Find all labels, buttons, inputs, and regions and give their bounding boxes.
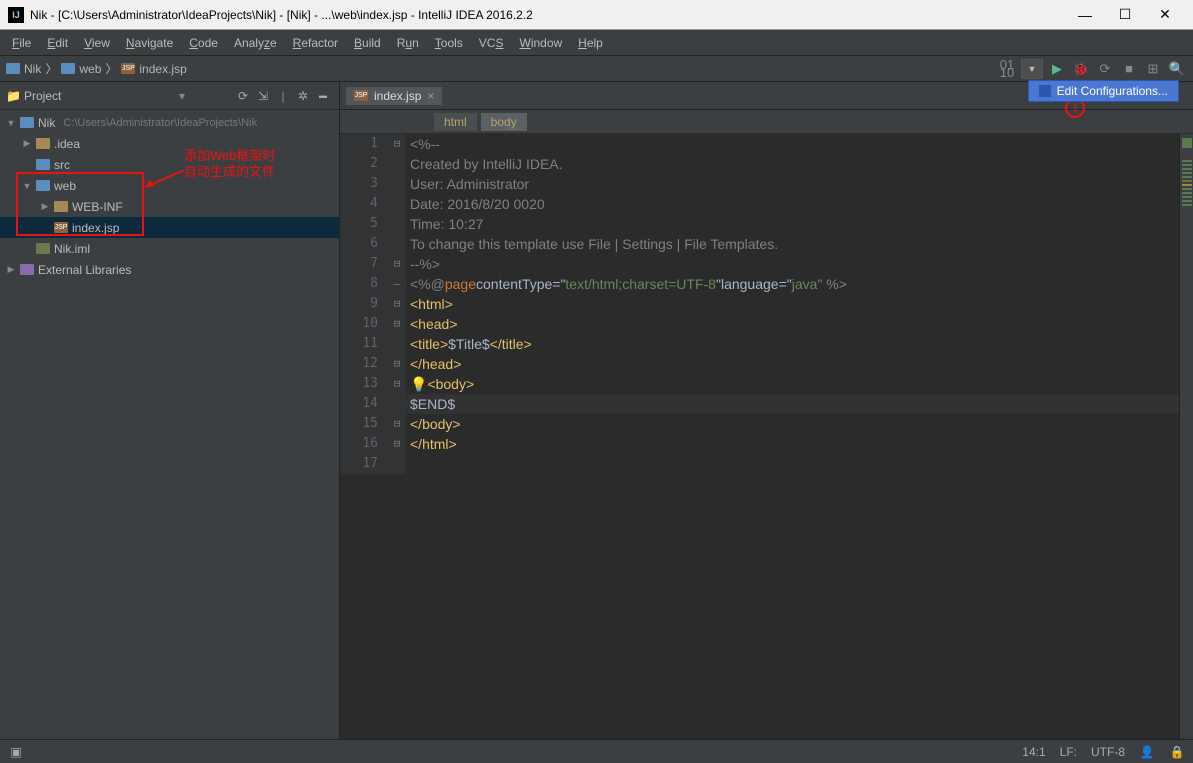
layout-icon[interactable]: ⊞	[1143, 59, 1163, 79]
project-tree: ▼ Nik C:\Users\Administrator\IdeaProject…	[0, 110, 339, 282]
crumb-body[interactable]: body	[481, 113, 527, 131]
error-stripe[interactable]	[1179, 134, 1193, 739]
menu-vcs[interactable]: VCS	[471, 36, 512, 50]
folder-icon	[36, 138, 50, 149]
expander-icon[interactable]: ▶	[6, 264, 16, 275]
menu-code[interactable]: Code	[181, 36, 226, 50]
tree-root[interactable]: ▼ Nik C:\Users\Administrator\IdeaProject…	[0, 112, 339, 133]
app-icon: IJ	[8, 7, 24, 23]
run-config-dropdown[interactable]: ▼	[1021, 59, 1043, 79]
hide-icon[interactable]: ▬	[313, 91, 333, 100]
project-panel-header: 📁 Project ▾ ⟳ ⇲ | ✲ ▬	[0, 82, 339, 110]
menu-navigate[interactable]: Navigate	[118, 36, 181, 50]
folder-icon	[36, 180, 50, 191]
menu-run[interactable]: Run	[389, 36, 427, 50]
annotation-arrow	[144, 170, 186, 190]
breadcrumb-label: index.jsp	[139, 62, 186, 76]
line-ending[interactable]: LF:	[1060, 745, 1077, 759]
project-panel-title: Project	[24, 89, 179, 103]
status-indicator	[1182, 138, 1192, 148]
jsp-icon: JSP	[54, 222, 68, 233]
menu-tools[interactable]: Tools	[427, 36, 471, 50]
close-button[interactable]: ✕	[1151, 5, 1179, 25]
expander-icon[interactable]: ▶	[22, 138, 32, 149]
encoding[interactable]: UTF-8	[1091, 745, 1125, 759]
project-panel: 📁 Project ▾ ⟳ ⇲ | ✲ ▬ ▼ Nik C:\Users\Adm…	[0, 82, 340, 739]
debug-icon[interactable]: 🐞	[1071, 59, 1091, 79]
edit-configurations-popup[interactable]: Edit Configurations...	[1028, 80, 1179, 102]
dropdown-icon[interactable]: ▾	[179, 89, 185, 103]
folder-icon	[6, 63, 20, 74]
library-icon	[20, 264, 34, 275]
breadcrumb-web[interactable]: web	[61, 62, 101, 76]
menu-analyze[interactable]: Analyze	[226, 36, 285, 50]
lock-icon[interactable]: 🔒	[1169, 744, 1185, 760]
iml-icon	[36, 243, 50, 254]
expander-icon[interactable]: ▼	[6, 118, 16, 128]
breadcrumb-file[interactable]: JSP index.jsp	[121, 62, 186, 76]
tab-label: index.jsp	[374, 89, 421, 103]
window-title: Nik - [C:\Users\Administrator\IdeaProjec…	[30, 8, 1071, 22]
tree-indexjsp[interactable]: JSP index.jsp	[0, 217, 339, 238]
build-icon[interactable]: 0110	[997, 59, 1017, 79]
code-editor[interactable]: <%-- Created by IntelliJ IDEA. User: Adm…	[406, 134, 1179, 739]
menu-view[interactable]: View	[76, 36, 118, 50]
status-icon[interactable]: ▣	[8, 744, 24, 760]
menubar: File Edit View Navigate Code Analyze Ref…	[0, 30, 1193, 56]
tree-webinf[interactable]: ▶ WEB-INF	[0, 196, 339, 217]
menu-refactor[interactable]: Refactor	[285, 36, 346, 50]
coverage-icon[interactable]: ⟳	[1095, 59, 1115, 79]
jsp-icon: JSP	[354, 90, 368, 101]
settings-icon[interactable]: ✲	[293, 89, 313, 103]
minimize-button[interactable]: —	[1071, 5, 1099, 25]
expander-icon[interactable]: ▼	[22, 181, 32, 191]
stop-icon[interactable]: ■	[1119, 59, 1139, 79]
menu-build[interactable]: Build	[346, 36, 389, 50]
annotation-text: 添加Web框架时 自动生成的文件	[184, 148, 276, 180]
editor-breadcrumb: html body	[340, 110, 1193, 134]
tree-idea[interactable]: ▶ .idea	[0, 133, 339, 154]
project-icon: 📁	[6, 89, 20, 103]
folder-icon	[61, 63, 75, 74]
editor-area: JSP index.jsp × html body 1⊟234567⊟8—9⊟1…	[340, 82, 1193, 739]
menu-window[interactable]: Window	[511, 36, 570, 50]
breadcrumb-label: Nik	[24, 62, 41, 76]
nav-toolbar: Nik 〉 web 〉 JSP index.jsp 0110 ▼ ▶ 🐞 ⟳ ■…	[0, 56, 1193, 82]
collapse-icon[interactable]: ⇲	[253, 89, 273, 103]
crumb-html[interactable]: html	[434, 113, 477, 131]
gutter: 1⊟234567⊟8—9⊟10⊟1112⊟13⊟1415⊟16⊟17	[340, 134, 406, 739]
menu-edit[interactable]: Edit	[39, 36, 76, 50]
tree-iml[interactable]: Nik.iml	[0, 238, 339, 259]
statusbar: ▣ 14:1 LF: UTF-8 👤 🔒	[0, 739, 1193, 763]
caret-position: 14:1	[1022, 745, 1045, 759]
breadcrumb-root[interactable]: Nik	[6, 62, 41, 76]
close-icon[interactable]: ×	[427, 89, 434, 103]
menu-help[interactable]: Help	[570, 36, 611, 50]
config-icon	[1039, 85, 1051, 97]
inspection-icon[interactable]: 👤	[1139, 744, 1155, 760]
maximize-button[interactable]: ☐	[1111, 5, 1139, 25]
folder-icon	[36, 159, 50, 170]
edit-config-label: Edit Configurations...	[1057, 84, 1168, 98]
run-icon[interactable]: ▶	[1047, 59, 1067, 79]
menu-file[interactable]: File	[4, 36, 39, 50]
breadcrumb-label: web	[79, 62, 101, 76]
tree-external-libraries[interactable]: ▶ External Libraries	[0, 259, 339, 280]
expander-icon[interactable]: ▶	[40, 201, 50, 212]
titlebar: IJ Nik - [C:\Users\Administrator\IdeaPro…	[0, 0, 1193, 30]
folder-icon	[54, 201, 68, 212]
module-icon	[20, 117, 34, 128]
refresh-icon[interactable]: ⟳	[233, 89, 253, 103]
search-icon[interactable]: 🔍	[1167, 59, 1187, 79]
editor-tab-indexjsp[interactable]: JSP index.jsp ×	[346, 87, 442, 105]
jsp-icon: JSP	[121, 63, 135, 74]
